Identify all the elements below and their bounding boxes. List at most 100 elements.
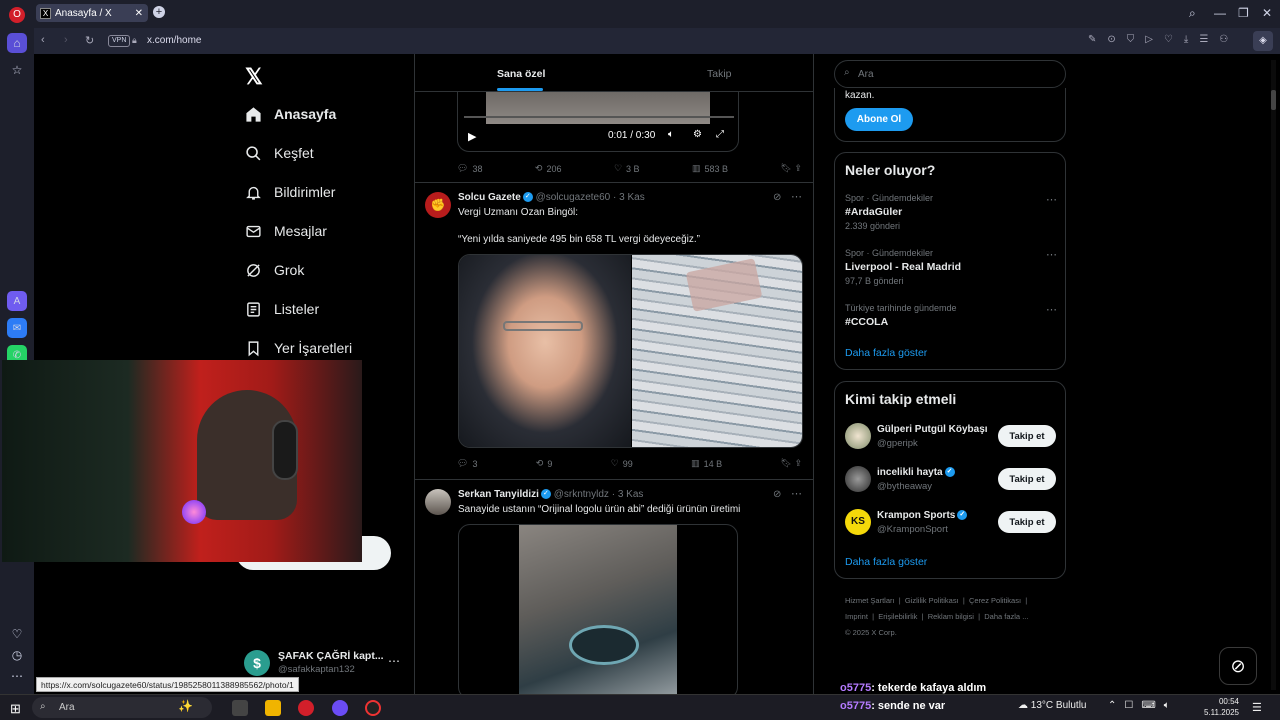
footer-link[interactable]: Daha fazla ...: [984, 612, 1028, 621]
rail-more-icon[interactable]: ⋯: [7, 666, 27, 686]
grok-float-button[interactable]: ⊘: [1219, 647, 1257, 685]
rail-aria-icon[interactable]: A: [7, 291, 27, 311]
profile-name[interactable]: ŞAFAK ÇAĞRİ kapt...: [278, 650, 384, 662]
rail-history-icon[interactable]: ◷: [7, 645, 27, 665]
new-tab-button[interactable]: +: [153, 6, 165, 18]
avatar-krampon[interactable]: KS: [845, 509, 871, 535]
file-explorer-icon[interactable]: [265, 700, 281, 716]
tab-for-you[interactable]: Sana özel: [497, 68, 545, 80]
grok-explain-icon[interactable]: ⊘: [773, 489, 781, 500]
app-taskbar-icon[interactable]: [332, 700, 348, 716]
grok-explain-icon[interactable]: ⊘: [773, 192, 781, 203]
nav-explore[interactable]: Keşfet: [244, 144, 314, 162]
avatar-solcu[interactable]: ✊: [425, 192, 451, 218]
tweet-author[interactable]: Serkan Tanyildizi: [458, 489, 539, 500]
search-tabs-icon[interactable]: ⌕: [1189, 6, 1196, 21]
suggestion-name[interactable]: Gülperi Putgül Köybaşı: [877, 424, 988, 435]
clock[interactable]: 00:54 5.11.2025: [1204, 696, 1239, 718]
video-player[interactable]: ▶ 0:01 / 0:30 🔈︎ ⚙ ⤢: [457, 92, 739, 152]
url-field[interactable]: x.com/home: [147, 35, 201, 46]
browser-toolbar-icons[interactable]: ✎⊙⛉▷♡⤓☰⚇: [1088, 34, 1239, 45]
nav-notifications[interactable]: Bildirimler: [244, 183, 335, 201]
retweet-button[interactable]: ⟲ 9: [536, 458, 553, 469]
nav-lists[interactable]: Listeler: [244, 300, 319, 318]
tweet-date[interactable]: 3 Kas: [618, 489, 644, 500]
like-button[interactable]: ♡ 99: [611, 458, 633, 469]
settings-gear-icon[interactable]: ⚙: [693, 129, 702, 140]
rail-star-icon[interactable]: ☆: [7, 60, 27, 80]
nav-messages[interactable]: Mesajlar: [244, 222, 327, 240]
rail-home-icon[interactable]: ⌂: [7, 33, 27, 53]
search-input[interactable]: Ara: [858, 69, 874, 80]
extensions-icon[interactable]: ◈: [1253, 31, 1273, 51]
show-more-follow-link[interactable]: Daha fazla göster: [845, 556, 927, 568]
play-icon[interactable]: ▶: [468, 130, 476, 143]
show-more-trends-link[interactable]: Daha fazla göster: [845, 347, 927, 359]
tray-icons[interactable]: ⌃☐⌨🔈︎: [1108, 700, 1178, 711]
bookmark-button[interactable]: 🔖︎ ⇪: [781, 458, 802, 469]
footer-link[interactable]: Erişilebilirlik: [878, 612, 917, 621]
search-box[interactable]: ⌕ Ara: [834, 60, 1066, 88]
tweet-image[interactable]: [458, 254, 803, 448]
footer-link[interactable]: Hizmet Şartları: [845, 596, 895, 605]
vpn-badge[interactable]: VPN: [108, 35, 131, 47]
trend-more-icon[interactable]: ⋯: [1046, 303, 1057, 316]
trend-item[interactable]: Spor · Gündemdekiler Liverpool - Real Ma…: [845, 248, 1057, 286]
avatar-gulperi[interactable]: [845, 423, 871, 449]
reply-button[interactable]: 💬︎ 3: [457, 458, 477, 469]
retweet-button[interactable]: ⟲ 206: [535, 163, 562, 174]
minimize-icon[interactable]: —: [1214, 6, 1226, 20]
trend-item[interactable]: Türkiye tarihinde gündemde #CCOLA ⋯: [845, 303, 1057, 328]
opera-taskbar-icon[interactable]: [298, 700, 314, 716]
windows-start-icon[interactable]: ⊞: [10, 701, 21, 717]
close-window-icon[interactable]: ✕: [1262, 6, 1272, 20]
trend-item[interactable]: Spor · Gündemdekiler #ArdaGüler 2.339 gö…: [845, 193, 1057, 231]
nav-bookmarks[interactable]: Yer İşaretleri: [244, 339, 352, 357]
suggestion-name[interactable]: Krampon Sports: [877, 510, 955, 521]
trend-more-icon[interactable]: ⋯: [1046, 248, 1057, 261]
video-progress[interactable]: [464, 116, 734, 118]
follow-button[interactable]: Takip et: [998, 425, 1056, 447]
profile-avatar[interactable]: $: [244, 650, 270, 676]
nav-grok[interactable]: Grok: [244, 261, 304, 279]
opera-logo-icon[interactable]: O: [9, 7, 25, 23]
tweet-more-icon[interactable]: ⋯: [791, 190, 802, 203]
views-button[interactable]: ▥ 583 B: [692, 163, 728, 174]
views-button[interactable]: ▥ 14 B: [691, 458, 722, 469]
x-logo-icon[interactable]: 𝕏: [245, 64, 263, 90]
avatar-incelikli[interactable]: [845, 466, 871, 492]
back-icon[interactable]: ‹: [41, 34, 45, 46]
footer-link[interactable]: Çerez Politikası: [969, 596, 1021, 605]
trend-more-icon[interactable]: ⋯: [1046, 193, 1057, 206]
avatar-serkan[interactable]: [425, 489, 451, 515]
rail-heart-icon[interactable]: ♡: [7, 624, 27, 644]
tweet-author[interactable]: Solcu Gazete: [458, 192, 521, 203]
taskbar-search[interactable]: ⌕ Ara ✨: [32, 697, 212, 718]
notification-icon[interactable]: ☰: [1252, 701, 1262, 714]
scrollbar-thumb[interactable]: [1271, 90, 1276, 110]
footer-link[interactable]: Reklam bilgisi: [928, 612, 974, 621]
bookmark-button[interactable]: 🔖︎ ⇪: [780, 163, 801, 174]
tweet-date[interactable]: 3 Kas: [619, 192, 645, 203]
subscribe-button[interactable]: Abone Ol: [845, 108, 913, 131]
profile-more-icon[interactable]: ⋯: [388, 654, 400, 668]
browser-tab[interactable]: X Anasayfa / X ✕: [36, 4, 148, 22]
fullscreen-icon[interactable]: ⤢: [716, 129, 724, 140]
tweet-handle[interactable]: @srkntnyldz: [554, 489, 609, 500]
footer-link[interactable]: Gizlilik Politikası: [905, 596, 959, 605]
follow-button[interactable]: Takip et: [998, 468, 1056, 490]
obs-taskbar-icon[interactable]: [365, 700, 381, 716]
tweet-more-icon[interactable]: ⋯: [791, 487, 802, 500]
forward-icon[interactable]: ›: [64, 34, 68, 46]
tweet-handle[interactable]: @solcugazete60: [536, 192, 611, 203]
footer-link[interactable]: Imprint: [845, 612, 868, 621]
nav-home[interactable]: Anasayfa: [244, 105, 336, 123]
follow-button[interactable]: Takip et: [998, 511, 1056, 533]
reload-icon[interactable]: ↻: [85, 34, 94, 47]
tweet-video[interactable]: [458, 524, 738, 694]
tab-following[interactable]: Takip: [707, 68, 732, 80]
rail-messenger-icon[interactable]: ✉: [7, 318, 27, 338]
suggestion-name[interactable]: incelikli hayta: [877, 467, 943, 478]
weather-widget[interactable]: ☁ 13°C Bulutlu: [1018, 700, 1086, 711]
task-view-icon[interactable]: [232, 700, 248, 716]
